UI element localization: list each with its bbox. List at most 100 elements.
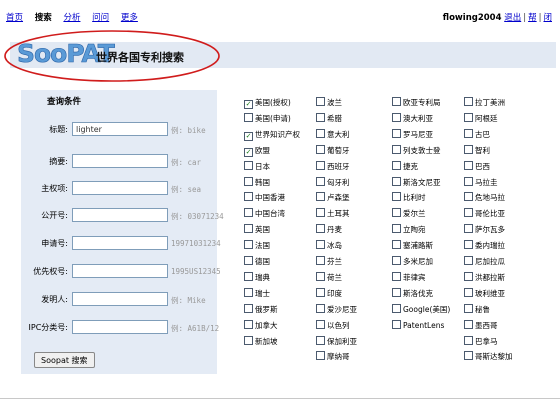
country-option[interactable]: 摩纳哥 xyxy=(316,351,350,362)
country-option[interactable]: 斯洛伐克 xyxy=(392,287,433,299)
checkbox[interactable] xyxy=(316,271,325,281)
checkbox[interactable] xyxy=(244,208,253,218)
nav-more-link[interactable]: 更多 xyxy=(121,13,138,23)
field-input[interactable] xyxy=(72,236,168,250)
country-option[interactable]: 希腊 xyxy=(316,112,342,124)
checkbox[interactable] xyxy=(464,97,473,106)
country-option[interactable]: 印度 xyxy=(316,287,342,299)
country-option[interactable]: 秘鲁 xyxy=(464,303,490,315)
country-option[interactable]: 美国(申请) xyxy=(244,112,291,124)
country-option[interactable]: 新加坡 xyxy=(244,335,278,347)
nav-home-link[interactable]: 首页 xyxy=(6,13,23,23)
checkbox[interactable] xyxy=(464,271,473,281)
checkbox[interactable] xyxy=(316,176,325,186)
checkbox[interactable] xyxy=(392,192,401,202)
checkbox[interactable] xyxy=(464,287,473,297)
country-option[interactable]: ✓ 美国(授权) xyxy=(244,97,291,109)
country-option[interactable]: 萨尔瓦多 xyxy=(464,224,505,235)
checkbox[interactable] xyxy=(464,240,473,250)
nav-search-link[interactable]: 搜索 xyxy=(35,13,52,23)
checkbox[interactable] xyxy=(464,160,473,170)
country-option[interactable]: 波兰 xyxy=(316,97,342,108)
country-option[interactable]: 瑞士 xyxy=(244,287,270,299)
country-option[interactable]: 列支敦士登 xyxy=(392,144,441,156)
country-option[interactable]: 卢森堡 xyxy=(316,192,350,203)
country-option[interactable]: 智利 xyxy=(464,144,490,156)
country-option[interactable]: 洪都拉斯 xyxy=(464,271,505,283)
checkbox[interactable] xyxy=(316,128,325,138)
nav-ask-link[interactable]: 问问 xyxy=(92,13,109,23)
nav-more[interactable]: 更多 xyxy=(121,13,138,23)
checkbox[interactable] xyxy=(464,144,473,154)
country-option[interactable]: 匈牙利 xyxy=(316,176,350,188)
country-option[interactable]: 法国 xyxy=(244,240,270,251)
country-option[interactable]: 多米尼加 xyxy=(392,256,433,267)
checkbox[interactable] xyxy=(392,160,401,170)
checkbox[interactable] xyxy=(392,224,401,234)
country-option[interactable]: 欧亚专利局 xyxy=(392,97,441,108)
field-input[interactable] xyxy=(72,154,168,168)
country-option[interactable]: 中国香港 xyxy=(244,192,285,203)
country-option[interactable]: 爱沙尼亚 xyxy=(316,303,357,315)
field-input[interactable] xyxy=(72,181,168,195)
checkbox[interactable] xyxy=(316,97,325,106)
field-input[interactable] xyxy=(72,320,168,334)
country-option[interactable]: 德国 xyxy=(244,256,270,267)
country-option[interactable]: 爱尔兰 xyxy=(392,208,426,219)
country-option[interactable]: 巴拿马 xyxy=(464,335,498,347)
checkbox[interactable] xyxy=(316,160,325,170)
help-link[interactable]: 帮 xyxy=(528,13,537,23)
country-option[interactable]: 芬兰 xyxy=(316,256,342,267)
checkbox[interactable] xyxy=(464,128,473,138)
checkbox[interactable] xyxy=(316,335,325,345)
checkbox[interactable] xyxy=(464,112,473,122)
nav-analysis-link[interactable]: 分析 xyxy=(63,13,80,23)
checkbox[interactable] xyxy=(244,160,253,170)
checkbox[interactable] xyxy=(464,224,473,234)
country-option[interactable]: 捷克 xyxy=(392,160,418,172)
country-option[interactable]: 古巴 xyxy=(464,128,490,140)
checkbox[interactable] xyxy=(464,319,473,329)
checkbox[interactable] xyxy=(316,303,325,313)
checkbox[interactable] xyxy=(392,303,401,313)
checkbox[interactable] xyxy=(316,208,325,218)
checkbox[interactable] xyxy=(316,224,325,234)
checkbox[interactable] xyxy=(392,112,401,122)
field-input[interactable] xyxy=(72,122,168,136)
country-option[interactable]: 葡萄牙 xyxy=(316,144,350,156)
country-option[interactable]: 斯洛文尼亚 xyxy=(392,176,441,188)
checkbox[interactable] xyxy=(244,335,253,345)
checkbox[interactable] xyxy=(316,287,325,297)
nav-analysis[interactable]: 分析 xyxy=(63,13,80,23)
country-option[interactable]: 拉丁美洲 xyxy=(464,97,505,108)
country-option[interactable]: 日本 xyxy=(244,160,270,172)
checkbox[interactable] xyxy=(316,192,325,202)
country-option[interactable]: 哥伦比亚 xyxy=(464,208,505,219)
country-option[interactable]: ✓ 世界知识产权 xyxy=(244,129,300,141)
country-option[interactable]: 冰岛 xyxy=(316,240,342,251)
country-option[interactable]: 塞浦路斯 xyxy=(392,240,433,251)
checkbox[interactable] xyxy=(464,351,473,361)
country-option[interactable]: 哥斯达黎加 xyxy=(464,351,513,362)
country-option[interactable]: ✓ 欧盟 xyxy=(244,145,270,157)
country-option[interactable]: 西班牙 xyxy=(316,160,350,172)
country-option[interactable]: 以色列 xyxy=(316,319,350,331)
field-input[interactable] xyxy=(72,292,168,306)
checkbox[interactable] xyxy=(392,176,401,186)
country-option[interactable]: 危地马拉 xyxy=(464,192,505,203)
country-option[interactable]: 罗马尼亚 xyxy=(392,128,433,140)
nav-home[interactable]: 首页 xyxy=(6,13,23,23)
country-option[interactable]: 立陶宛 xyxy=(392,224,426,235)
checkbox[interactable] xyxy=(392,208,401,218)
checkbox[interactable] xyxy=(244,303,253,313)
country-option[interactable]: 菲律宾 xyxy=(392,271,426,283)
country-option[interactable]: 荷兰 xyxy=(316,271,342,283)
country-option[interactable]: 玻利维亚 xyxy=(464,287,505,299)
checkbox[interactable] xyxy=(464,335,473,345)
checkbox[interactable] xyxy=(244,176,253,186)
country-option[interactable]: PatentLens xyxy=(392,319,444,330)
checkbox[interactable] xyxy=(392,240,401,250)
checkbox[interactable] xyxy=(392,271,401,281)
country-option[interactable]: 墨西哥 xyxy=(464,319,498,331)
nav-ask[interactable]: 问问 xyxy=(92,13,109,23)
